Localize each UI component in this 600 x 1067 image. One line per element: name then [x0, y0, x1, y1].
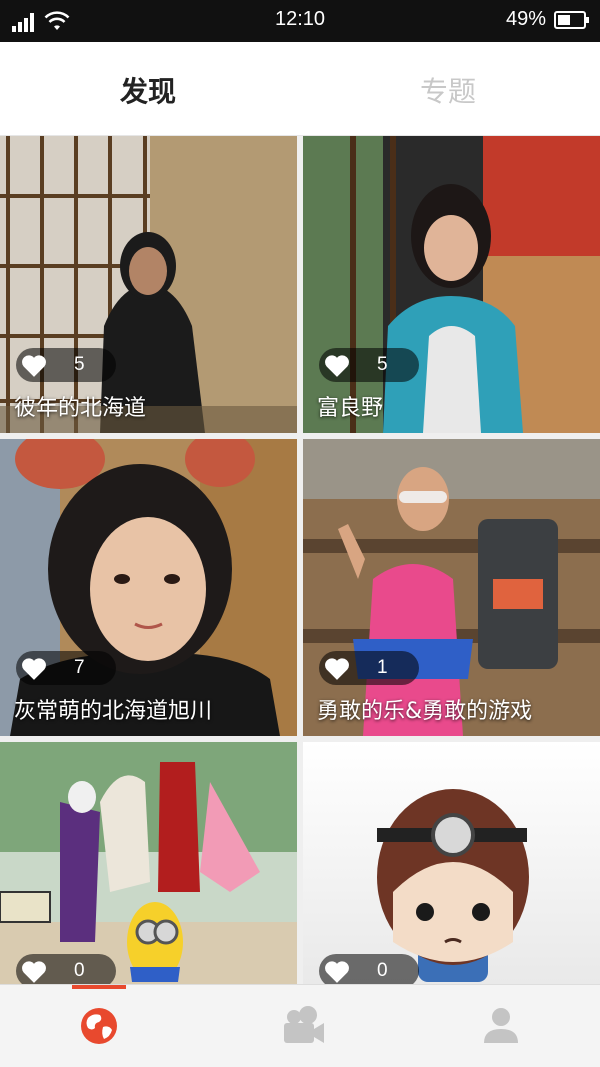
album-card[interactable]: 7 灰常萌的北海道旭川	[0, 439, 297, 736]
heart-icon	[22, 658, 46, 680]
battery-percent: 49%	[505, 8, 546, 30]
tab-topics[interactable]: 专题	[420, 70, 476, 110]
heart-icon	[325, 355, 349, 377]
photo-grid: 5 彼年的北海道 5 富良野 7 灰常萌的北海道旭川 1 勇敢的乐&勇敢的游戏 …	[0, 136, 600, 984]
like-badge[interactable]: 1	[319, 651, 419, 685]
person-icon[interactable]	[478, 1003, 524, 1049]
album-title: 勇敢的乐&勇敢的游戏	[317, 699, 533, 724]
album-card[interactable]: 0	[0, 742, 297, 984]
like-badge[interactable]: 0	[16, 954, 116, 984]
album-cover-photo	[0, 742, 297, 984]
like-badge[interactable]: 5	[319, 348, 419, 382]
like-badge[interactable]: 0	[319, 954, 419, 984]
album-title: 灰常萌的北海道旭川	[14, 699, 213, 724]
album-cover-photo	[303, 439, 600, 736]
video-camera-icon[interactable]	[278, 1003, 328, 1049]
status-right: 49%	[505, 8, 589, 31]
heart-icon	[22, 355, 46, 377]
album-cover-photo	[303, 136, 600, 433]
nav-active-indicator	[72, 985, 126, 989]
album-title: 富良野	[317, 396, 384, 421]
album-cover-photo	[0, 136, 297, 433]
battery-fill	[558, 14, 570, 25]
tab-discover[interactable]: 发现	[120, 70, 176, 110]
album-card[interactable]: 1 勇敢的乐&勇敢的游戏	[303, 439, 600, 736]
like-count: 0	[377, 960, 388, 981]
top-tabs: 发现 专题	[0, 42, 600, 136]
album-card[interactable]: 0	[303, 742, 600, 984]
heart-icon	[325, 658, 349, 680]
heart-icon	[22, 961, 46, 983]
like-badge[interactable]: 7	[16, 651, 116, 685]
bottom-nav	[0, 984, 600, 1067]
album-title: 彼年的北海道	[14, 396, 147, 421]
like-count: 7	[74, 657, 85, 678]
album-card[interactable]: 5 彼年的北海道	[0, 136, 297, 433]
like-count: 0	[74, 960, 85, 981]
battery-icon	[554, 10, 589, 29]
album-cover-photo	[0, 439, 297, 736]
like-count: 5	[377, 354, 388, 375]
like-badge[interactable]: 5	[16, 348, 116, 382]
like-count: 1	[377, 657, 388, 678]
album-card[interactable]: 5 富良野	[303, 136, 600, 433]
heart-icon	[325, 961, 349, 983]
globe-icon[interactable]	[76, 1003, 122, 1049]
album-cover-photo	[303, 742, 600, 984]
status-bar: 12:10 49%	[0, 0, 600, 42]
like-count: 5	[74, 354, 85, 375]
